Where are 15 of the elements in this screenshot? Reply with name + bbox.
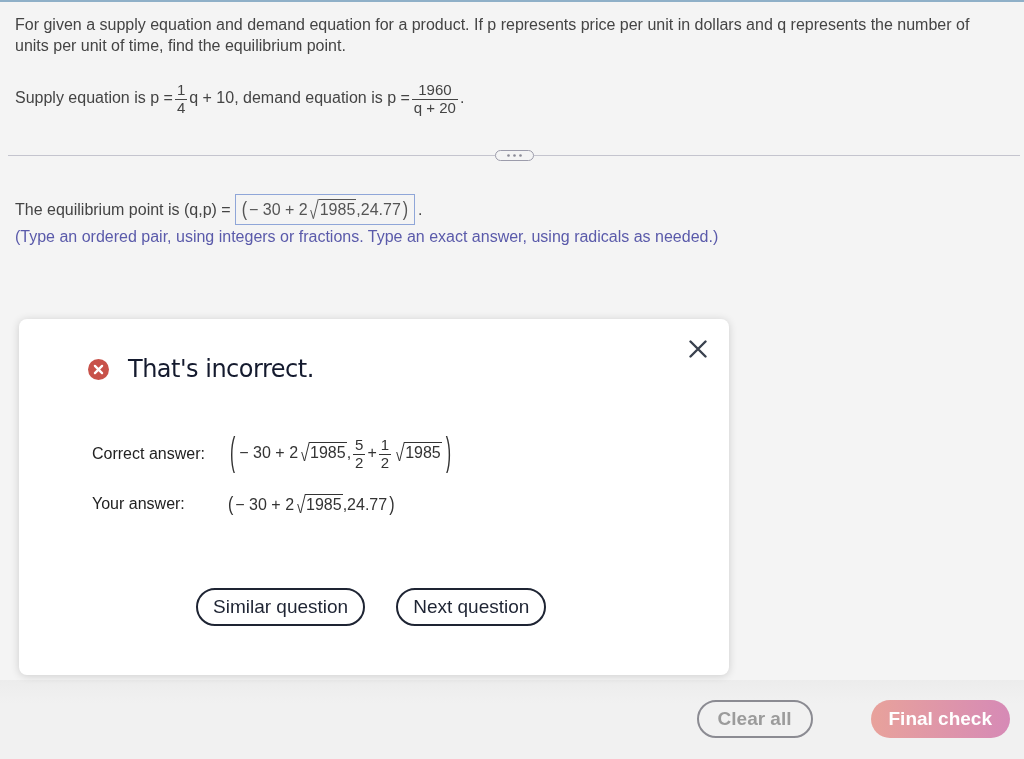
answer-field[interactable]: (− 30 + 2 1985,24.77) bbox=[234, 194, 416, 225]
question-button[interactable]: Similar question bbox=[196, 588, 366, 627]
answer-label: Correct answer: bbox=[92, 445, 206, 463]
question-button[interactable]: Next question bbox=[396, 588, 547, 627]
question-text: For given a supply equation and demand equation for a product. If p represents price per unit in dollars and q represents the number of units per unit of time, find the equilibrium point. bbox=[15, 15, 971, 56]
hint-text: (Type an ordered pair, using integers or fractions. Type an exact answer, using radicals as needed.) bbox=[15, 227, 720, 247]
period-text: . bbox=[418, 200, 423, 219]
ellipsis-icon bbox=[506, 154, 522, 157]
close-icon bbox=[689, 340, 707, 358]
close-button[interactable] bbox=[689, 340, 707, 358]
expand-handle[interactable] bbox=[494, 150, 534, 161]
feedback-title: That's incorrect. bbox=[128, 355, 314, 383]
answer-prompt: The equilibrium point is (q,p) = bbox=[15, 200, 231, 219]
answer-label: Your answer: bbox=[92, 495, 186, 514]
answer-expression: (− 30 + 2 1985,24.77) bbox=[227, 492, 396, 517]
